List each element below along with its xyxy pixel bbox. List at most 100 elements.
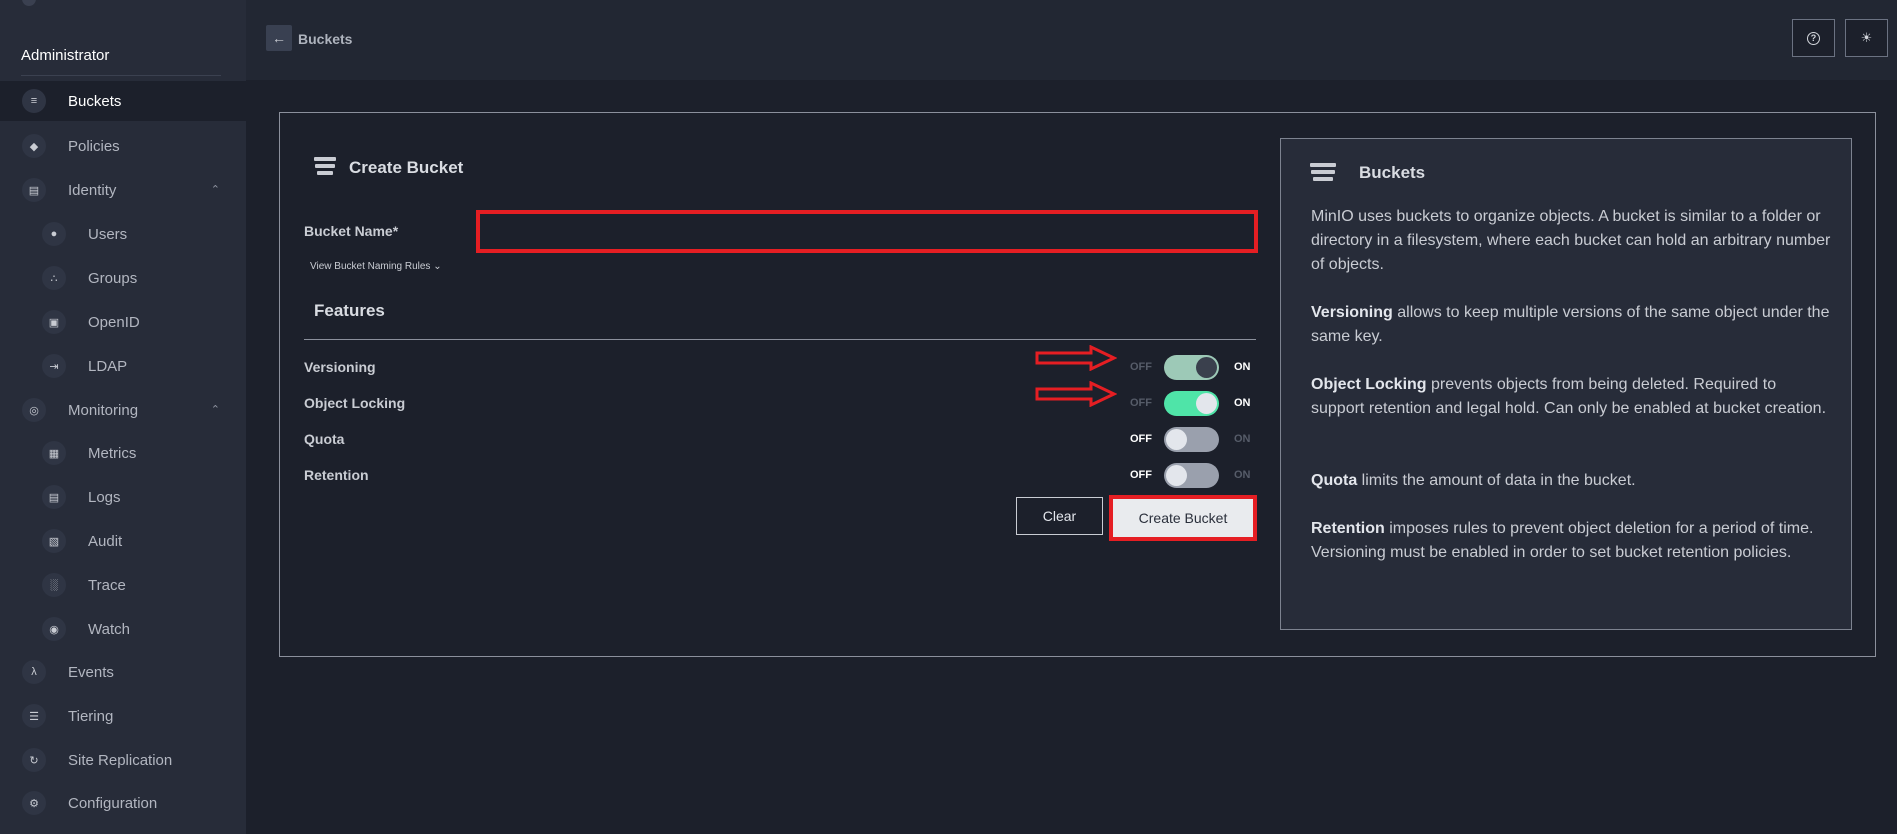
bucket-name-input[interactable] (476, 210, 1258, 253)
help-versioning: Versioning allows to keep multiple versi… (1311, 301, 1831, 349)
trace-icon: ░ (42, 573, 66, 597)
help-quota: Quota limits the amount of data in the b… (1311, 469, 1831, 493)
arrow-right-icon (1035, 345, 1117, 371)
top-header: ← Buckets ? ☀ (246, 0, 1897, 80)
toggle-switch[interactable] (1164, 427, 1219, 452)
bucket-icon (1310, 159, 1336, 183)
sidebar-item-trace[interactable]: ░ Trace (0, 565, 246, 605)
gear-icon: ⚙ (22, 791, 46, 815)
sidebar-item-label: Events (68, 663, 114, 681)
theme-toggle-button[interactable]: ☀ (1845, 19, 1888, 57)
sidebar-item-watch[interactable]: ◉ Watch (0, 609, 246, 649)
help-term: Quota (1311, 472, 1358, 489)
toggle-on-text: ON (1234, 361, 1251, 373)
breadcrumb[interactable]: Buckets (298, 31, 352, 47)
sidebar-item-tiering[interactable]: ☰ Tiering (0, 696, 246, 736)
sidebar-item-label: Tiering (68, 707, 114, 725)
naming-rules-link[interactable]: View Bucket Naming Rules ⌄ (310, 261, 442, 272)
layers-icon: ☰ (22, 704, 46, 728)
toggle-off-text: OFF (1130, 397, 1152, 409)
bucket-icon: ≡ (22, 89, 46, 113)
toggle-knob (1166, 429, 1187, 450)
sidebar-item-groups[interactable]: ∴ Groups (0, 258, 246, 298)
sidebar-item-identity[interactable]: ▤ Identity ⌃ (0, 170, 246, 210)
sidebar-item-events[interactable]: λ Events (0, 652, 246, 692)
toggle-knob (1166, 465, 1187, 486)
sidebar-item-label: Configuration (68, 794, 158, 812)
login-icon: ⇥ (42, 354, 66, 378)
sidebar-item-ldap[interactable]: ⇥ LDAP (0, 346, 246, 386)
quota-label: Quota (304, 431, 345, 447)
toggle-switch[interactable] (1164, 355, 1219, 380)
versioning-toggle[interactable]: OFF ON (1116, 355, 1256, 380)
sidebar-item-openid[interactable]: ▣ OpenID (0, 302, 246, 342)
help-intro: MinIO uses buckets to organize objects. … (1311, 208, 1831, 273)
group-icon: ∴ (42, 266, 66, 290)
sidebar-item-logs[interactable]: ▤ Logs (0, 477, 246, 517)
bucket-icon (314, 155, 336, 179)
sidebar-item-monitoring[interactable]: ◎ Monitoring ⌃ (0, 390, 246, 430)
help-title: Buckets (1359, 163, 1426, 182)
toggle-off-text: OFF (1130, 433, 1152, 445)
feature-row-quota: Quota OFF ON (304, 427, 1256, 452)
help-button[interactable]: ? (1792, 19, 1835, 57)
toggle-knob (1196, 357, 1217, 378)
toggle-off-text: OFF (1130, 361, 1152, 373)
help-retention: Retention imposes rules to prevent objec… (1311, 517, 1831, 565)
replication-icon: ↻ (22, 748, 46, 772)
sidebar: Administrator ≡ Buckets ◆ Policies ▤ Ide… (0, 0, 246, 834)
user-icon: ● (42, 222, 66, 246)
sidebar-item-policies[interactable]: ◆ Policies (0, 126, 246, 166)
audit-icon: ▧ (42, 529, 66, 553)
chevron-up-icon[interactable]: ⌃ (211, 403, 220, 416)
chevron-up-icon[interactable]: ⌃ (211, 183, 220, 196)
sidebar-item-audit[interactable]: ▧ Audit (0, 521, 246, 561)
sidebar-item-users[interactable]: ● Users (0, 214, 246, 254)
sidebar-item-label: Monitoring (68, 401, 139, 419)
clear-button[interactable]: Clear (1016, 497, 1103, 535)
sidebar-item-label: Logs (88, 488, 121, 506)
search-icon: ◎ (22, 398, 46, 422)
retention-toggle[interactable]: OFF ON (1116, 463, 1256, 488)
sidebar-item-label: Policies (68, 137, 120, 155)
form-title: Create Bucket (349, 158, 464, 177)
logs-icon: ▤ (42, 485, 66, 509)
sidebar-item-label: Watch (88, 620, 130, 638)
quota-toggle[interactable]: OFF ON (1116, 427, 1256, 452)
sidebar-item-label: LDAP (88, 357, 128, 375)
help-description: limits the amount of data in the bucket. (1357, 472, 1636, 489)
sidebar-item-label: Identity (68, 181, 117, 199)
features-title: Features (314, 301, 385, 320)
toggle-switch[interactable] (1164, 391, 1219, 416)
sidebar-item-label: Trace (88, 576, 126, 594)
versioning-label: Versioning (304, 359, 376, 375)
toggle-on-text: ON (1234, 469, 1251, 481)
object-locking-toggle[interactable]: OFF ON (1116, 391, 1256, 416)
features-divider (304, 339, 1256, 340)
toggle-knob (1196, 393, 1217, 414)
sidebar-item-configuration[interactable]: ⚙ Configuration (0, 783, 246, 823)
sidebar-item-label: OpenID (88, 313, 140, 331)
watch-icon: ◉ (42, 617, 66, 641)
retention-label: Retention (304, 467, 369, 483)
sun-icon: ☀ (1860, 30, 1873, 45)
sidebar-item-label: Metrics (88, 444, 137, 462)
toggle-switch[interactable] (1164, 463, 1219, 488)
toggle-on-text: ON (1234, 433, 1251, 445)
sidebar-item-metrics[interactable]: ▦ Metrics (0, 433, 246, 473)
lock-icon: ▣ (42, 310, 66, 334)
toggle-on-text: ON (1234, 397, 1251, 409)
sidebar-item-buckets[interactable]: ≡ Buckets (0, 81, 246, 121)
sidebar-item-label: Audit (88, 532, 123, 550)
sidebar-top-icon (22, 0, 36, 6)
help-icon: ? (1807, 31, 1820, 45)
sidebar-item-label: Groups (88, 269, 138, 287)
create-bucket-card: Create Bucket Bucket Name* View Bucket N… (279, 112, 1876, 657)
sidebar-item-label: Users (88, 225, 128, 243)
back-button[interactable]: ← (266, 25, 292, 51)
help-term: Retention (1311, 520, 1385, 537)
sidebar-item-site-replication[interactable]: ↻ Site Replication (0, 740, 246, 780)
help-object-locking: Object Locking prevents objects from bei… (1311, 373, 1831, 421)
create-bucket-button[interactable]: Create Bucket (1109, 495, 1257, 541)
help-description: imposes rules to prevent object deletion… (1311, 520, 1814, 561)
